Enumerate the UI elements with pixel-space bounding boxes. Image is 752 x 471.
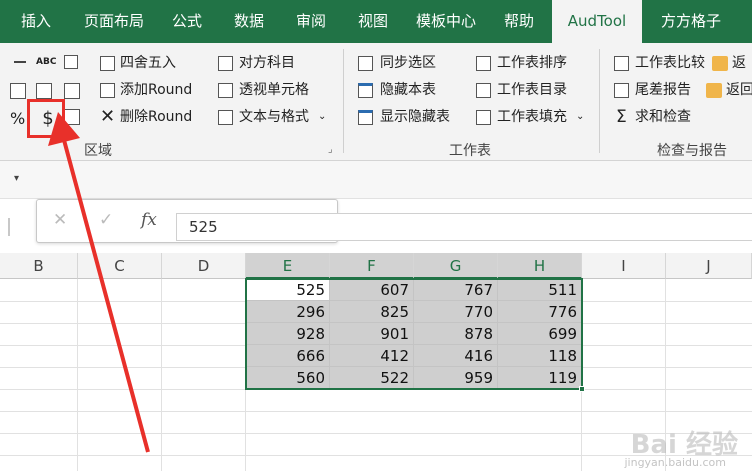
- arrow-head: [48, 112, 80, 146]
- arrow-shaft: [62, 139, 150, 453]
- watermark-url: jingyan.baidu.com: [624, 456, 726, 469]
- arrow-annotation: [48, 112, 150, 453]
